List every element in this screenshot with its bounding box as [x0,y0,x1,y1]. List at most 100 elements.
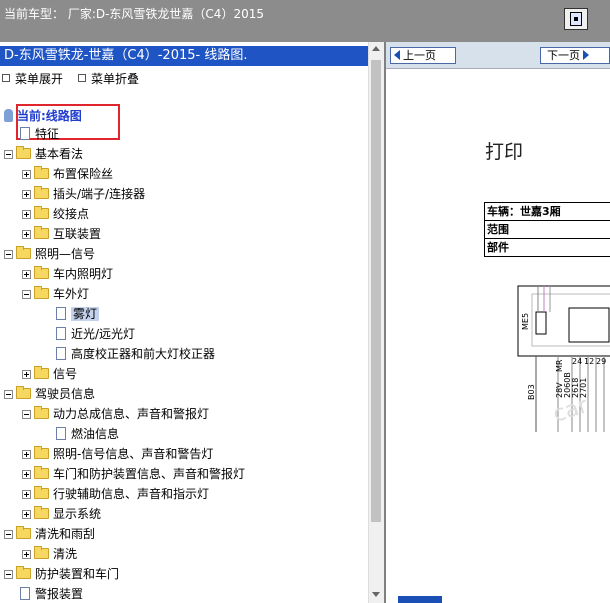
tree-label: 近光/远光灯 [71,327,136,341]
scroll-down-icon[interactable] [372,592,380,597]
scroll-thumb[interactable] [371,60,381,522]
diagram-label: B03 [527,384,536,400]
tree-scrollbar[interactable] [368,42,384,603]
expand-icon[interactable] [22,170,31,179]
document-icon [56,307,66,320]
folder-icon [34,166,49,179]
tree-leaf[interactable]: 近光/远光灯 [56,324,135,344]
folder-icon [34,286,49,299]
expand-icon[interactable] [22,270,31,279]
expand-icon[interactable] [22,550,31,559]
tree-folder[interactable]: 车内照明灯 [22,264,113,284]
tree-header: D-东风雪铁龙-世嘉（C4）-2015- 线路图. [0,46,368,66]
tree-folder[interactable]: 防护装置和车门 [4,564,119,584]
wiring-diagram: ME5 B03 28V MR 2060B 2618 2701 24 12 29 … [517,285,610,432]
info-row: 范围 [485,221,610,239]
tree-label: 动力总成信息、声音和警报灯 [53,407,210,421]
tree-folder[interactable]: 照明-信号信息、声音和警告灯 [22,444,213,464]
expand-all-button[interactable]: 菜单展开 [2,70,63,87]
tree-label: 车内照明灯 [53,267,114,281]
folder-icon [16,146,31,159]
tree-label: 警报装置 [35,587,84,601]
tree-folder[interactable]: 插头/端子/连接器 [22,184,145,204]
expand-icon[interactable] [22,470,31,479]
scroll-up-icon[interactable] [372,46,380,51]
folder-icon [34,226,49,239]
window-toggle-button[interactable] [564,8,588,30]
current-model-title: 当前车型： 厂家:D-东风雪铁龙世嘉（C4）2015 [4,7,264,21]
square-icon [78,74,86,82]
tree-label: 特征 [35,127,60,141]
collapse-all-button[interactable]: 菜单折叠 [78,70,139,87]
tree-label: 信号 [53,367,78,381]
tree-label: 高度校正器和前大灯校正器 [71,347,216,361]
folder-icon [16,386,31,399]
tree-label: 插头/端子/连接器 [53,187,146,201]
expand-icon[interactable] [22,510,31,519]
collapse-icon[interactable] [4,250,13,259]
diagram-label: ME5 [521,313,530,330]
tree-panel: D-东风雪铁龙-世嘉（C4）-2015- 线路图. 菜单展开 菜单折叠 当前:线… [0,42,368,603]
tree-folder[interactable]: 驾驶员信息 [4,384,95,404]
document-panel: 上一页 下一页 打印 车辆：世嘉3厢 范围 部件 ME5 B03 28V MR … [386,42,610,603]
collapse-icon[interactable] [4,530,13,539]
folder-icon [34,206,49,219]
tree-label: 清洗和雨刮 [35,527,96,541]
collapse-icon[interactable] [22,410,31,419]
collapse-icon[interactable] [4,390,13,399]
expand-icon[interactable] [22,190,31,199]
expand-icon[interactable] [22,450,31,459]
tree-folder[interactable]: 互联装置 [22,224,101,244]
tree-label: 基本看法 [35,147,84,161]
expand-icon[interactable] [22,210,31,219]
document-icon [56,427,66,440]
tree-leaf[interactable]: 雾灯 [56,304,100,324]
tree-folder[interactable]: 动力总成信息、声音和警报灯 [22,404,209,424]
collapse-icon[interactable] [4,150,13,159]
next-page-button[interactable]: 下一页 [540,47,610,64]
folder-icon [34,406,49,419]
prev-page-button[interactable]: 上一页 [390,47,456,64]
diagram-label: 12 [584,357,594,366]
folder-icon [34,486,49,499]
tree-label: 互联装置 [53,227,102,241]
tree-folder[interactable]: 基本看法 [4,144,83,164]
tree-label: 显示系统 [53,507,102,521]
tree-folder[interactable]: 车门和防护装置信息、声音和警报灯 [22,464,245,484]
bottom-tab[interactable] [398,596,442,603]
expand-icon[interactable] [22,370,31,379]
tree-label: 绞接点 [53,207,90,221]
document-icon [56,327,66,340]
page-nav-bar: 上一页 下一页 [386,42,610,69]
tree-label: 布置保险丝 [53,167,114,181]
tree-leaf[interactable]: 特征 [20,124,59,144]
folder-icon [34,366,49,379]
folder-icon [16,526,31,539]
tree-leaf[interactable]: 警报装置 [20,584,83,603]
tree-folder[interactable]: 信号 [22,364,77,384]
print-link[interactable]: 打印 [485,137,523,164]
vehicle-info-table: 车辆：世嘉3厢 范围 部件 [484,202,610,257]
expand-icon[interactable] [22,490,31,499]
tree-leaf[interactable]: 高度校正器和前大灯校正器 [56,344,215,364]
tree-folder[interactable]: 清洗 [22,544,77,564]
tree-folder[interactable]: 照明—信号 [4,244,95,264]
top-bar: 当前车型： 厂家:D-东风雪铁龙世嘉（C4）2015 [0,0,610,42]
tree-folder[interactable]: 行驶辅助信息、声音和指示灯 [22,484,209,504]
folder-icon [34,186,49,199]
expand-icon[interactable] [22,230,31,239]
tree-folder[interactable]: 显示系统 [22,504,101,524]
tree-folder[interactable]: 清洗和雨刮 [4,524,95,544]
folder-icon [16,246,31,259]
tree-leaf[interactable]: 燃油信息 [56,424,119,444]
collapse-icon[interactable] [22,290,31,299]
tree-folder[interactable]: 绞接点 [22,204,89,224]
folder-icon [16,566,31,579]
tree-folder[interactable]: 车外灯 [22,284,89,304]
tree-folder[interactable]: 布置保险丝 [22,164,113,184]
info-row: 部件 [487,241,509,254]
folder-icon [34,266,49,279]
collapse-icon[interactable] [4,570,13,579]
document-icon [20,127,30,140]
person-icon [4,109,13,122]
